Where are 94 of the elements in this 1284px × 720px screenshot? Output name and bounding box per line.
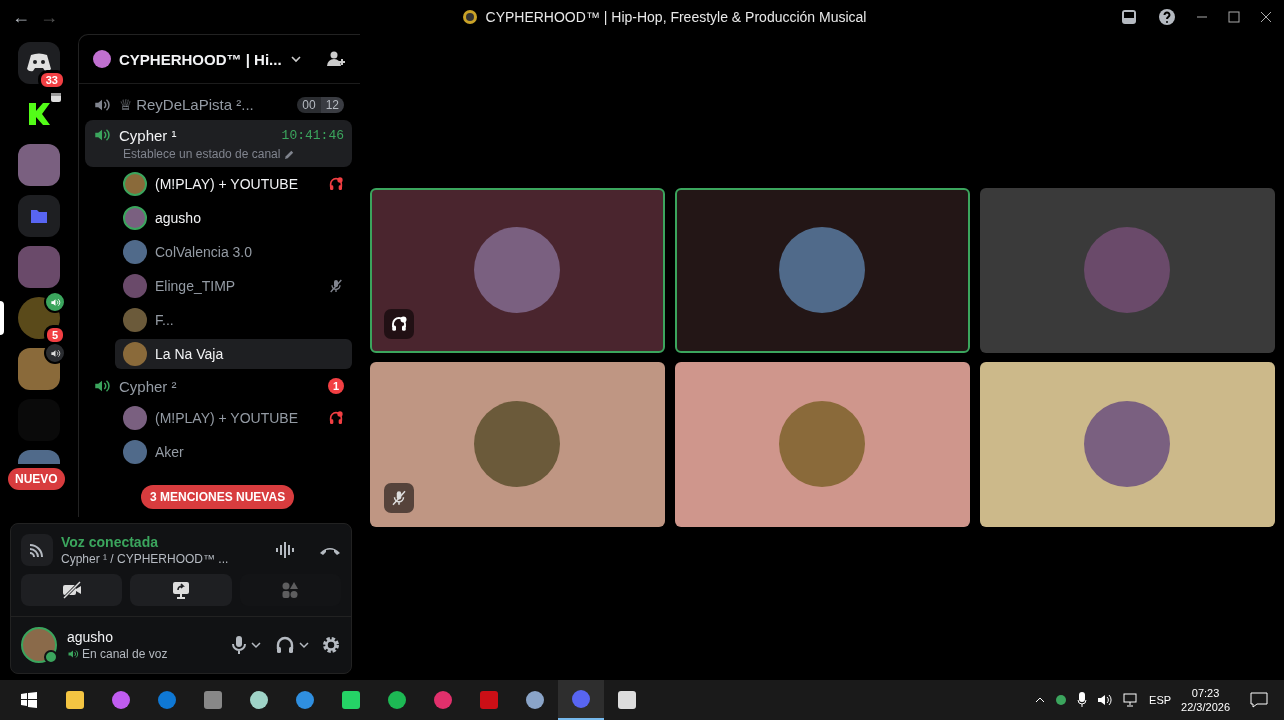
network-icon[interactable] xyxy=(1123,693,1140,707)
app-icon[interactable] xyxy=(387,690,407,710)
chevron-down-icon xyxy=(251,640,261,650)
language-indicator[interactable]: ESP xyxy=(1149,694,1172,706)
notification-badge: 33 xyxy=(37,70,66,90)
deafened-headphones-icon xyxy=(328,176,344,192)
settings-icon[interactable] xyxy=(321,635,341,655)
chevron-up-icon[interactable] xyxy=(1035,695,1046,705)
voice-channel[interactable]: Cypher ¹ 10:41:46 Establece un estado de canal xyxy=(85,120,352,167)
participant-tile[interactable] xyxy=(979,187,1275,353)
participant-tile[interactable] xyxy=(979,361,1275,527)
app-icon[interactable] xyxy=(617,690,637,710)
participant-tile[interactable] xyxy=(674,361,970,527)
camera-off-icon xyxy=(61,581,82,599)
participant-tile[interactable] xyxy=(674,187,970,353)
user-status: En canal de voz xyxy=(82,647,168,661)
server-folder[interactable] xyxy=(18,195,60,237)
new-mentions-pill[interactable]: 3 MENCIONES NUEVAS xyxy=(141,485,295,509)
member-name: F... xyxy=(155,312,175,328)
deafened-headphones-icon xyxy=(389,314,408,333)
folder-icon xyxy=(30,208,48,224)
username: agusho xyxy=(67,629,114,645)
calendar-icon xyxy=(50,91,62,103)
app-icon[interactable] xyxy=(249,690,269,710)
speaker-icon xyxy=(49,296,61,308)
windows-start-icon[interactable] xyxy=(21,692,37,708)
channel-name: ♕ ReyDeLaPista ²... xyxy=(119,96,255,114)
voice-member[interactable]: (M!PLAY) + YOUTUBE xyxy=(115,403,352,433)
microphone-button[interactable] xyxy=(229,633,263,657)
server-logo-icon xyxy=(461,9,478,25)
voice-member[interactable]: ColValencia 3.0 xyxy=(115,237,352,267)
screen-share-button[interactable] xyxy=(130,574,232,606)
member-name: (M!PLAY) + YOUTUBE xyxy=(155,410,299,426)
server-name[interactable]: CYPHERHOOD™ | Hi... xyxy=(119,50,282,68)
app-icon[interactable] xyxy=(65,690,85,710)
help-icon[interactable] xyxy=(1158,8,1176,26)
chevron-down-icon xyxy=(299,640,309,650)
clock[interactable]: 07:23 22/3/2026 xyxy=(1181,685,1230,715)
voice-member[interactable]: Elinge_TIMP xyxy=(115,271,352,301)
user-avatar-photo[interactable] xyxy=(21,627,57,663)
participant-tile[interactable] xyxy=(369,361,665,527)
k-logo-icon xyxy=(27,101,51,127)
member-name: (M!PLAY) + YOUTUBE xyxy=(155,176,299,192)
server-logo-icon xyxy=(93,50,111,68)
voice-member[interactable]: F... xyxy=(115,305,352,335)
signal-icon xyxy=(28,541,46,559)
shapes-icon xyxy=(281,581,300,599)
member-name: ColValencia 3.0 xyxy=(155,244,254,260)
app-icon[interactable] xyxy=(525,690,545,710)
app-icon[interactable] xyxy=(341,690,361,710)
back-button[interactable]: ← xyxy=(12,6,30,28)
volume-icon[interactable] xyxy=(1097,693,1114,707)
voice-status: Voz conectada xyxy=(61,534,159,550)
game-controller-icon xyxy=(26,53,52,73)
status-dot-icon[interactable] xyxy=(1055,694,1068,706)
new-servers-pill[interactable]: NUEVO xyxy=(8,468,65,490)
headphones-icon xyxy=(275,635,295,655)
voice-member[interactable]: (M!PLAY) + YOUTUBE xyxy=(115,169,352,199)
participant-tile[interactable] xyxy=(369,187,665,353)
voice-member[interactable]: La Na Vaja xyxy=(115,339,352,369)
noise-suppression-icon[interactable] xyxy=(275,541,297,559)
muted-microphone-icon xyxy=(328,278,344,294)
chevron-down-icon[interactable] xyxy=(289,53,302,65)
screen-share-icon xyxy=(171,580,191,600)
member-name: Elinge_TIMP xyxy=(155,278,237,294)
member-name: La Na Vaja xyxy=(155,346,225,362)
invite-people-icon[interactable] xyxy=(326,49,346,69)
voice-location[interactable]: Cypher ¹ / CYPHERHOOD™ ... xyxy=(61,552,267,566)
voice-member[interactable]: Aker xyxy=(115,437,352,467)
notifications-icon[interactable] xyxy=(1250,692,1268,708)
maximize-icon[interactable] xyxy=(1228,11,1240,23)
speaker-icon xyxy=(49,347,61,359)
inbox-icon[interactable] xyxy=(1120,8,1138,26)
channel-name: Cypher ¹ xyxy=(119,126,178,144)
connection-signal-button[interactable] xyxy=(21,534,53,566)
home-button[interactable] xyxy=(18,42,60,84)
window-title: CYPHERHOOD™ | Hip-Hop, Freestyle & Producción Musical xyxy=(485,9,867,25)
mention-badge: 1 xyxy=(328,378,344,394)
speaker-icon xyxy=(67,648,79,660)
voice-channel[interactable]: Cypher ² 1 xyxy=(85,371,352,401)
channel-status: Establece un estado de canal xyxy=(123,147,281,161)
channel-name: Cypher ² xyxy=(119,377,178,395)
member-name: Aker xyxy=(155,444,185,460)
member-name: agusho xyxy=(155,210,202,226)
voice-member[interactable]: agusho xyxy=(115,203,352,233)
pencil-icon[interactable] xyxy=(284,148,296,160)
user-limit-counter: 00 12 xyxy=(297,97,344,113)
deafened-headphones-icon xyxy=(328,410,344,426)
close-icon[interactable] xyxy=(1260,11,1272,23)
microphone-icon[interactable] xyxy=(1077,692,1088,708)
call-timer: 10:41:46 xyxy=(281,127,344,143)
microphone-icon xyxy=(231,635,247,655)
voice-channel[interactable]: ♕ ReyDeLaPista ²... 00 12 xyxy=(85,90,352,120)
camera-off-button[interactable] xyxy=(21,574,123,606)
